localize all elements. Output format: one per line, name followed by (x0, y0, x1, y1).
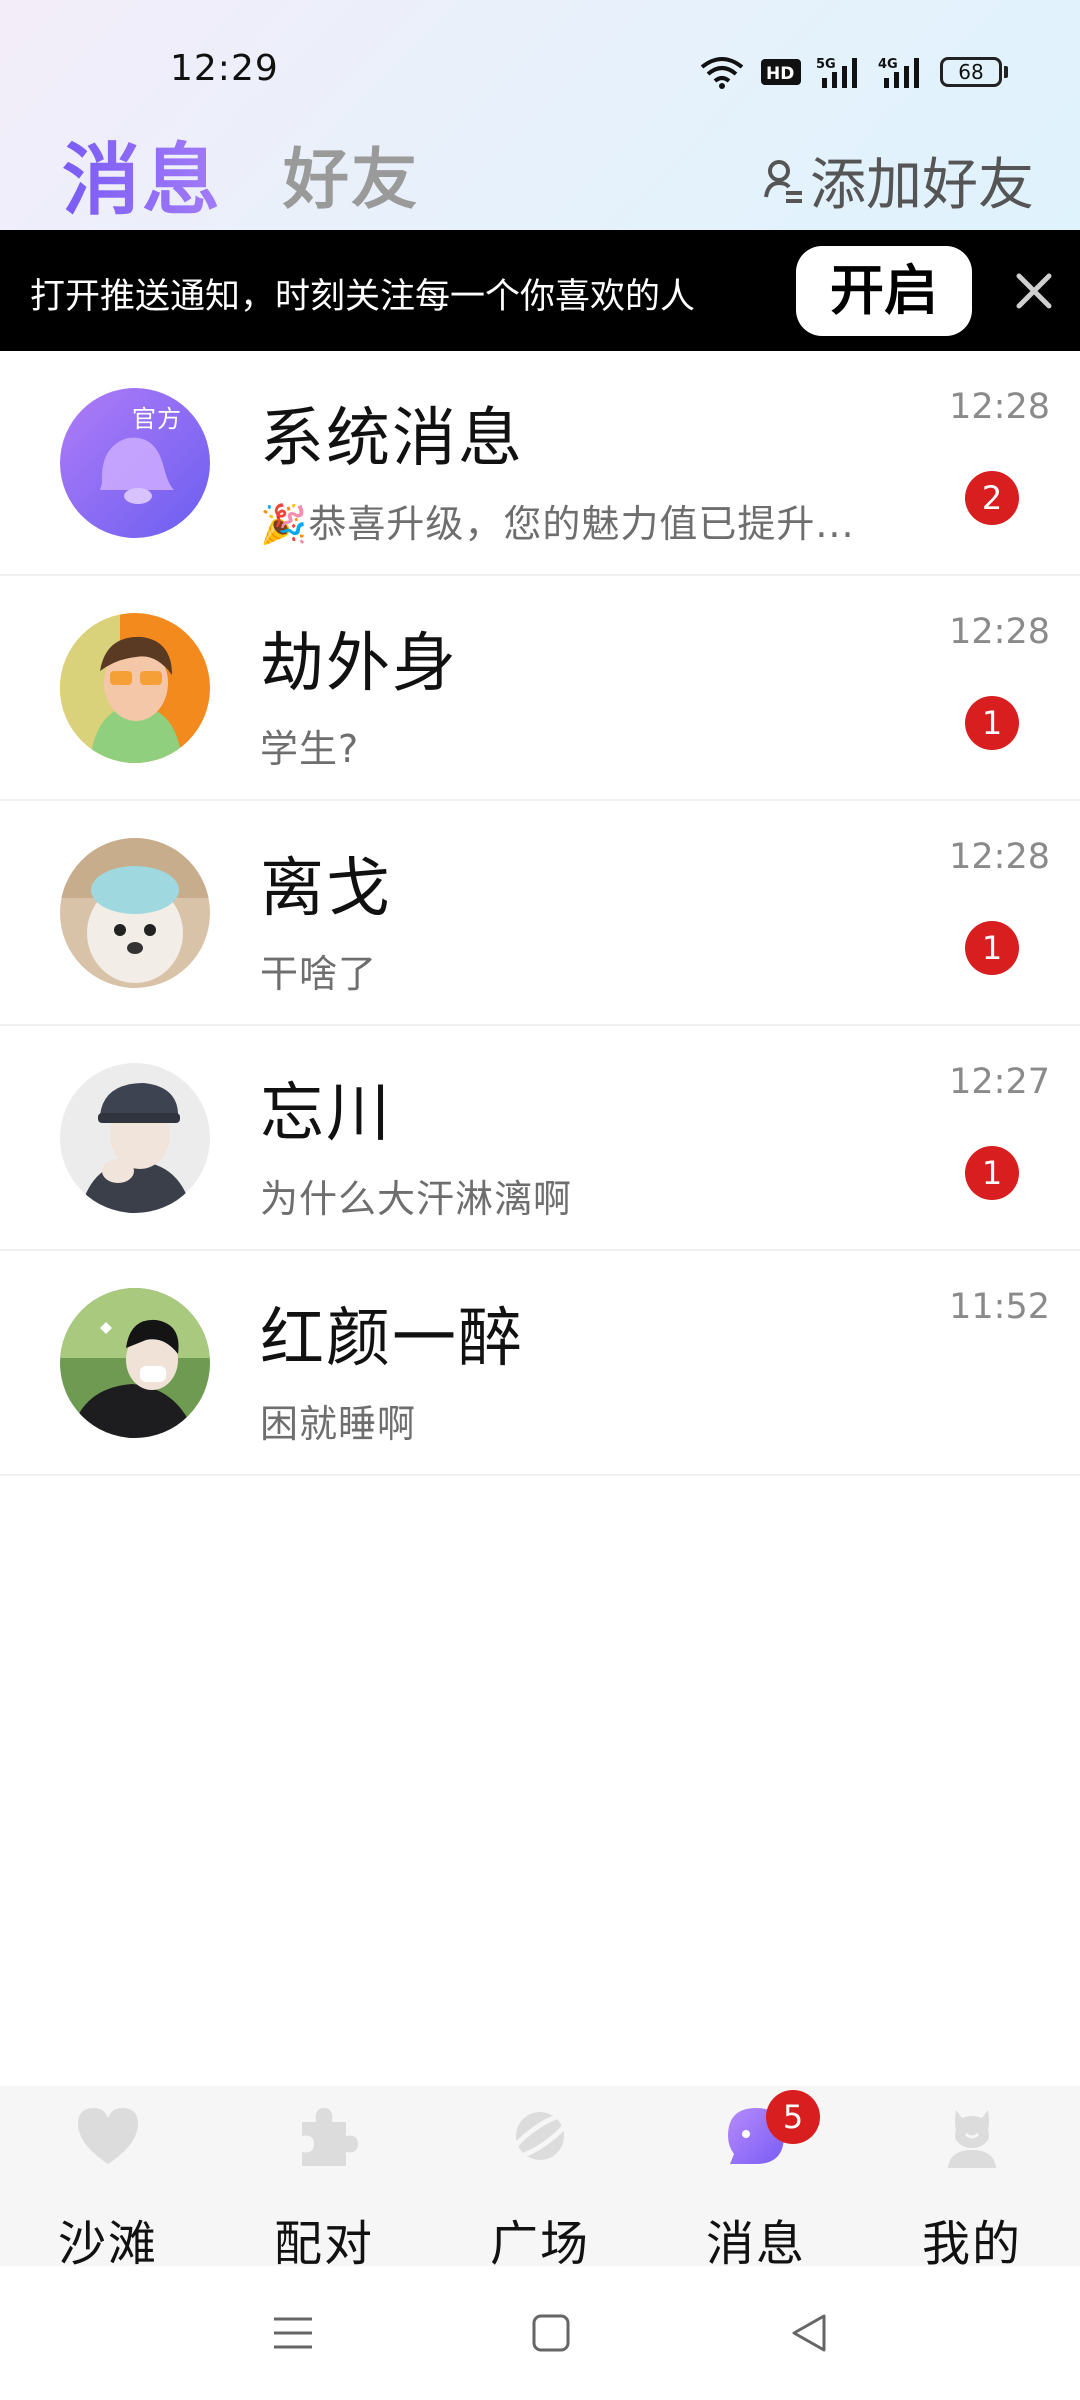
signal-4g-icon: 4G (878, 57, 919, 88)
add-person-icon (764, 159, 802, 203)
chat-name: 系统消息 (260, 402, 524, 476)
hd-icon: HD (761, 59, 801, 85)
bottom-nav: 沙滩 配对 广场 5 消息 我的 (0, 2086, 1080, 2272)
chat-name: 红颜一醉 (260, 1302, 524, 1376)
add-friend-button[interactable]: 添加好友 (764, 140, 1034, 221)
planet-icon (509, 2112, 571, 2160)
avatar (60, 1288, 210, 1438)
chat-name: 离戈 (260, 852, 392, 926)
battery-icon: 68 (940, 57, 1008, 87)
svg-text:5G: 5G (816, 57, 836, 72)
tab-friends[interactable]: 好友 (283, 126, 419, 222)
chat-preview: 困就睡啊 (260, 1402, 417, 1446)
chat-time: 12:28 (949, 387, 1050, 427)
chat-item[interactable]: 劫外身 学生? 12:28 1 (0, 576, 1080, 801)
nav-label: 配对 (273, 2216, 374, 2272)
unread-badge: 1 (965, 921, 1019, 975)
chat-preview: 🎉恭喜升级，您的魅力值已提升... (260, 502, 855, 546)
chat-name: 劫外身 (260, 627, 458, 701)
chat-time: 12:28 (949, 837, 1050, 877)
unread-badge: 1 (965, 1146, 1019, 1200)
nav-messages[interactable]: 5 消息 (648, 2086, 864, 2272)
heart-icon (78, 2108, 138, 2164)
chat-preview: 为什么大汗淋漓啊 (260, 1177, 573, 1221)
wifi-icon (700, 57, 744, 89)
avatar (60, 613, 210, 763)
svg-text:HD: HD (766, 64, 794, 84)
person-icon (948, 2110, 996, 2168)
chat-name: 忘川 (260, 1077, 392, 1151)
chat-time: 11:52 (949, 1287, 1050, 1327)
nav-badge: 5 (766, 2090, 820, 2144)
chat-preview: 学生? (260, 727, 360, 771)
chat-list: 官方 系统消息 🎉恭喜升级，您的魅力值已提升... 12:28 2 劫外身 学生… (0, 351, 1080, 1476)
chat-item[interactable]: 忘川 为什么大汗淋漓啊 12:27 1 (0, 1026, 1080, 1251)
chat-time: 12:27 (949, 1062, 1050, 1102)
nav-match[interactable]: 配对 (216, 2086, 432, 2272)
banner-text: 打开推送通知，时刻关注每一个你喜欢的人 (30, 277, 696, 317)
nav-label: 消息 (705, 2216, 806, 2272)
chat-item[interactable]: 离戈 干啥了 12:28 1 (0, 801, 1080, 1026)
signal-5g-icon: 5G (816, 57, 857, 88)
nav-square[interactable]: 广场 (432, 2086, 648, 2272)
nav-label: 我的 (921, 2216, 1022, 2272)
official-tag: 官方 (132, 405, 182, 433)
system-nav-bar (0, 2266, 1080, 2400)
enable-notification-button[interactable]: 开启 (796, 246, 972, 336)
close-icon[interactable] (1013, 270, 1055, 312)
svg-text:4G: 4G (878, 57, 898, 72)
chat-preview: 干啥了 (260, 952, 378, 996)
battery-level: 68 (940, 57, 1002, 87)
chat-item-system[interactable]: 官方 系统消息 🎉恭喜升级，您的魅力值已提升... 12:28 2 (0, 351, 1080, 576)
status-icons: HD 5G 4G 68 (698, 50, 1008, 94)
avatar (60, 1063, 210, 1213)
nav-label: 广场 (489, 2216, 590, 2272)
menu-icon[interactable] (270, 2310, 316, 2356)
tab-messages[interactable]: 消息 (62, 118, 222, 230)
status-time: 12:29 (170, 48, 279, 89)
add-friend-label: 添加好友 (810, 153, 1034, 218)
unread-badge: 2 (965, 471, 1019, 525)
nav-me[interactable]: 我的 (864, 2086, 1080, 2272)
unread-badge: 1 (965, 696, 1019, 750)
home-icon[interactable] (528, 2310, 574, 2356)
avatar (60, 838, 210, 988)
back-icon[interactable] (786, 2310, 832, 2356)
puzzle-icon (302, 2108, 358, 2166)
chat-item[interactable]: 红颜一醉 困就睡啊 11:52 (0, 1251, 1080, 1476)
chat-time: 12:28 (949, 612, 1050, 652)
nav-beach[interactable]: 沙滩 (0, 2086, 216, 2272)
nav-label: 沙滩 (57, 2216, 158, 2272)
